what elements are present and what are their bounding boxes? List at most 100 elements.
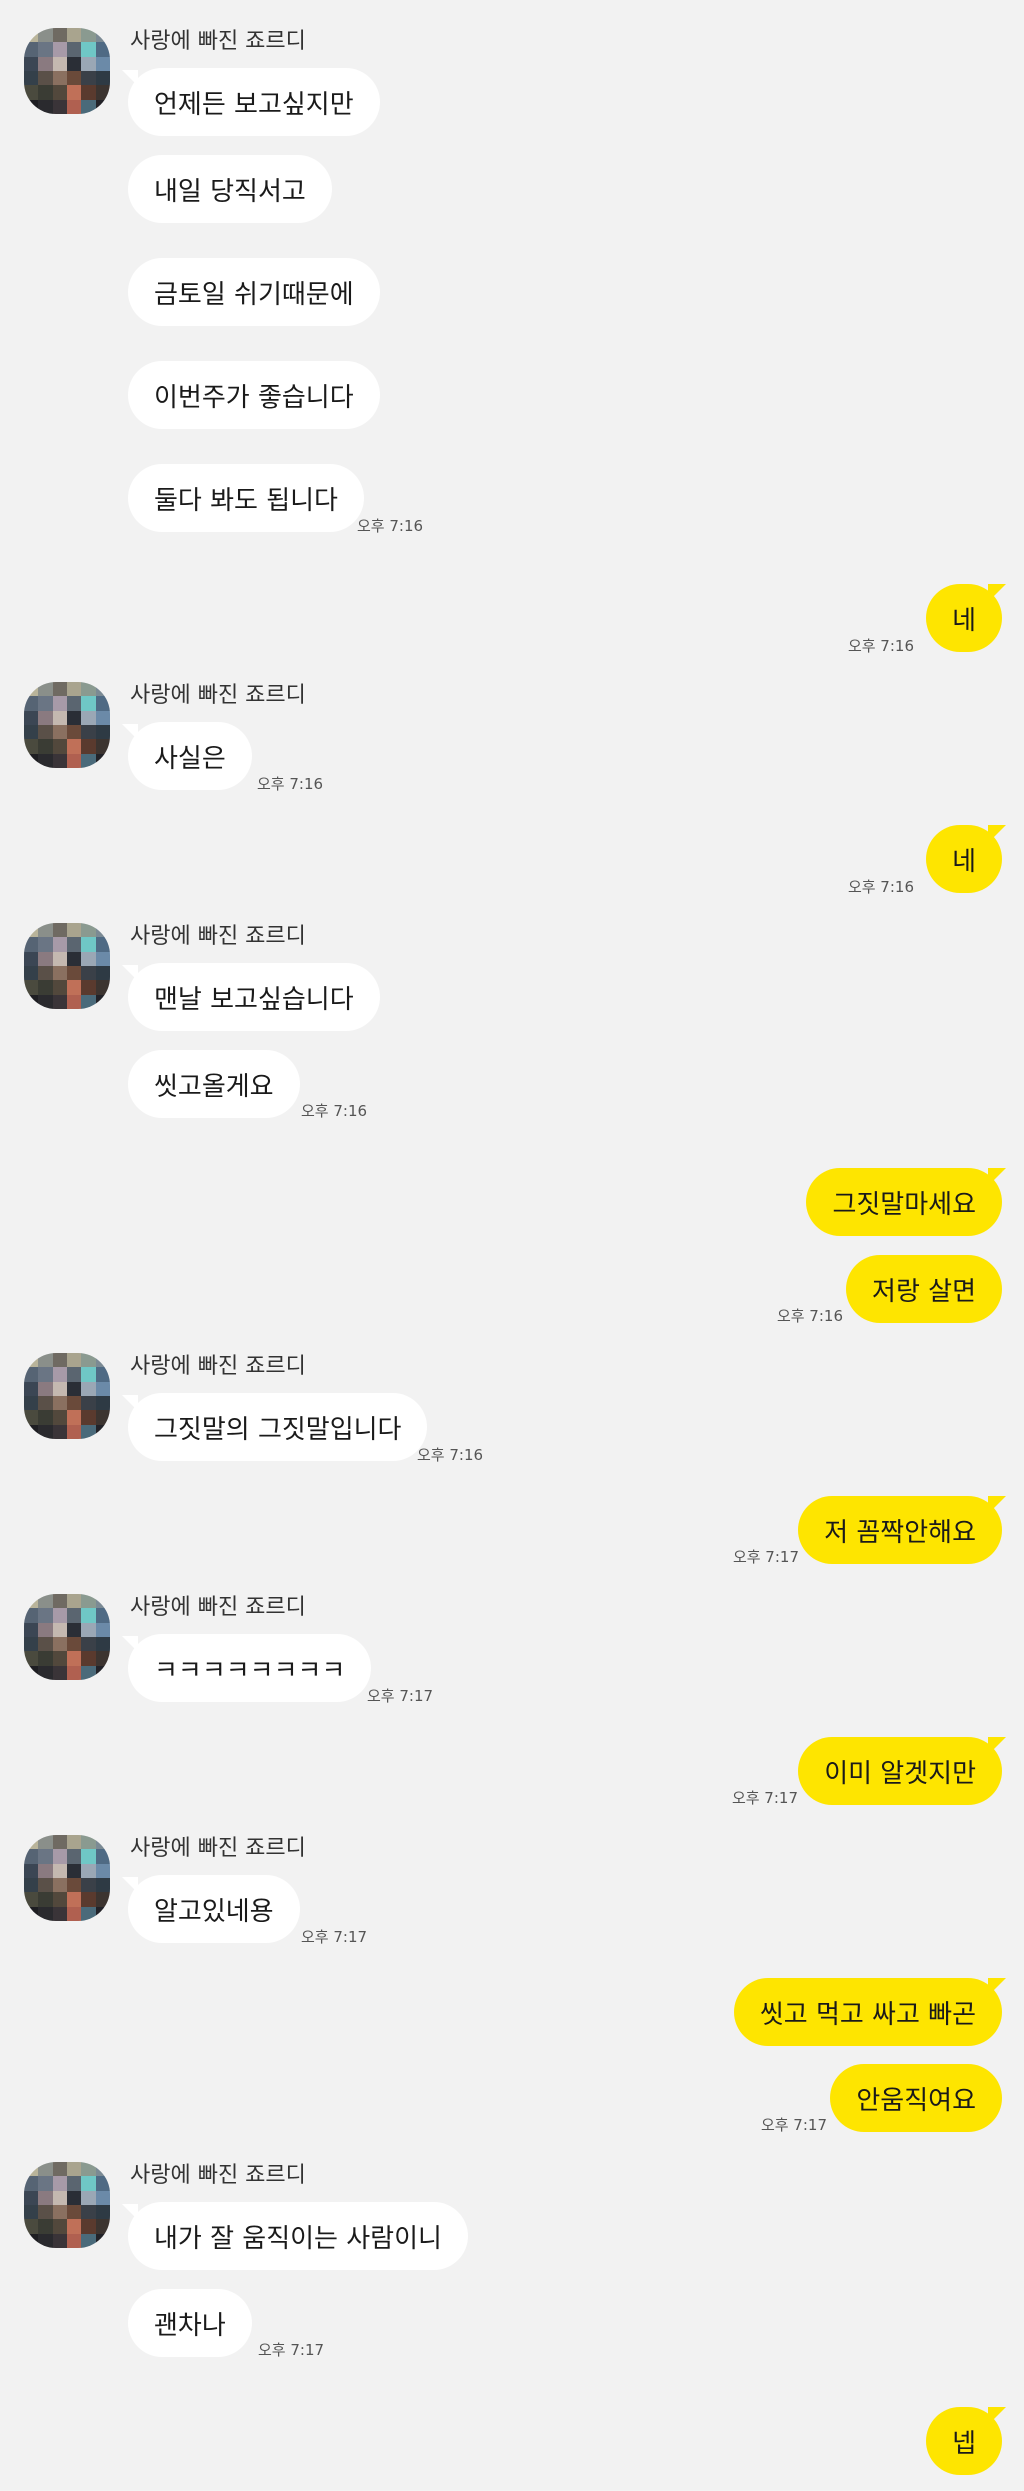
avatar-pixel xyxy=(66,1395,82,1411)
avatar-pixel xyxy=(52,2162,67,2177)
avatar-pixel xyxy=(66,85,82,100)
incoming-message[interactable]: 사실은 xyxy=(128,722,252,790)
outgoing-message[interactable]: 안움직여요 xyxy=(830,2064,1002,2132)
avatar-pixel xyxy=(66,1608,82,1623)
incoming-message[interactable]: 씻고올게요 xyxy=(128,1050,300,1118)
avatar-pixel xyxy=(95,2190,110,2205)
avatar-pixel xyxy=(66,753,82,768)
message-time: 오후 7:16 xyxy=(847,878,914,896)
avatar-pixel xyxy=(38,1594,53,1609)
avatar-pixel xyxy=(52,1892,67,1907)
avatar-pixel xyxy=(52,710,67,725)
avatar[interactable] xyxy=(24,2162,110,2248)
message-time: 오후 7:16 xyxy=(417,1446,484,1464)
avatar-pixel xyxy=(52,1594,67,1609)
avatar-pixel xyxy=(81,753,96,768)
outgoing-message[interactable]: 이미 알겟지만 xyxy=(798,1737,1002,1805)
avatar-pixel xyxy=(24,1636,39,1652)
avatar-pixel xyxy=(95,2162,110,2177)
avatar-pixel xyxy=(66,937,82,952)
sender-name: 사랑에 빠진 죠르디 xyxy=(130,1836,306,1861)
avatar-pixel xyxy=(66,28,82,43)
outgoing-message[interactable]: 저 꼼짝안해요 xyxy=(798,1496,1002,1564)
avatar[interactable] xyxy=(24,28,110,114)
avatar-pixel xyxy=(24,2233,39,2248)
avatar-pixel xyxy=(38,710,53,725)
avatar-pixel xyxy=(66,682,82,697)
avatar-pixel xyxy=(38,1424,53,1439)
avatar-pixel xyxy=(81,1410,96,1425)
avatar-pixel xyxy=(66,951,82,966)
avatar-pixel xyxy=(52,2176,67,2191)
outgoing-message[interactable]: 씻고 먹고 싸고 빠곤 xyxy=(733,1978,1002,2046)
avatar-pixel xyxy=(81,2204,96,2220)
avatar-pixel xyxy=(52,99,67,114)
avatar-pixel xyxy=(24,99,39,114)
message-time: 오후 7:16 xyxy=(847,637,914,655)
avatar-pixel xyxy=(66,1835,82,1850)
avatar-pixel xyxy=(66,56,82,71)
avatar-pixel xyxy=(24,2176,39,2191)
avatar-pixel xyxy=(52,1665,67,1680)
avatar-pixel xyxy=(38,1835,53,1850)
avatar-pixel xyxy=(52,1353,67,1368)
incoming-message[interactable]: 알고있네용 xyxy=(128,1875,300,1943)
incoming-message[interactable]: 괜차나 xyxy=(128,2289,252,2357)
avatar-pixel xyxy=(81,1367,96,1382)
avatar-pixel xyxy=(81,2233,96,2248)
incoming-message[interactable]: 언제든 보고싶지만 xyxy=(128,68,380,136)
incoming-message[interactable]: 이번주가 좋습니다 xyxy=(128,361,380,429)
avatar-pixel xyxy=(66,1594,82,1609)
outgoing-message[interactable]: 저랑 살면 xyxy=(846,1255,1002,1323)
outgoing-message[interactable]: 그짓말마세요 xyxy=(806,1168,1002,1236)
incoming-message[interactable]: ㅋㅋㅋㅋㅋㅋㅋㅋ xyxy=(128,1634,372,1702)
avatar-pixel xyxy=(38,2162,53,2177)
avatar-pixel xyxy=(52,937,67,952)
avatar-pixel xyxy=(95,994,110,1009)
avatar-pixel xyxy=(38,28,53,43)
incoming-message[interactable]: 맨날 보고싶습니다 xyxy=(128,963,380,1031)
avatar-pixel xyxy=(24,1892,39,1907)
avatar-pixel xyxy=(95,85,110,100)
avatar-pixel xyxy=(24,696,39,711)
avatar-pixel xyxy=(95,1636,110,1652)
avatar[interactable] xyxy=(24,682,110,768)
incoming-message[interactable]: 금토일 쉬기때문에 xyxy=(128,258,380,326)
avatar-pixel xyxy=(24,1835,39,1850)
outgoing-message[interactable]: 넵 xyxy=(926,2407,1002,2475)
avatar-pixel xyxy=(66,923,82,938)
avatar-pixel xyxy=(52,951,67,966)
avatar-pixel xyxy=(52,1395,67,1411)
avatar-pixel xyxy=(95,42,110,57)
avatar-pixel xyxy=(38,1410,53,1425)
avatar-pixel xyxy=(38,1863,53,1878)
avatar-pixel xyxy=(24,28,39,43)
avatar-pixel xyxy=(52,2190,67,2205)
incoming-message[interactable]: 내일 당직서고 xyxy=(128,155,332,223)
incoming-message[interactable]: 둘다 봐도 됩니다 xyxy=(128,464,364,532)
avatar-pixel xyxy=(81,1835,96,1850)
avatar-pixel xyxy=(24,1594,39,1609)
outgoing-message[interactable]: 네 xyxy=(926,825,1002,893)
avatar-pixel xyxy=(66,42,82,57)
avatar-pixel xyxy=(52,2219,67,2234)
avatar[interactable] xyxy=(24,1594,110,1680)
message-time: 오후 7:16 xyxy=(357,517,424,535)
message-time: 오후 7:17 xyxy=(760,2116,827,2134)
avatar-pixel xyxy=(38,696,53,711)
avatar-pixel xyxy=(52,739,67,754)
avatar-pixel xyxy=(81,682,96,697)
incoming-message[interactable]: 그짓말의 그짓말입니다 xyxy=(128,1393,428,1461)
avatar-pixel xyxy=(95,1594,110,1609)
avatar-pixel xyxy=(66,994,82,1009)
avatar-pixel xyxy=(66,99,82,114)
avatar-pixel xyxy=(81,951,96,966)
message-time: 오후 7:16 xyxy=(776,1307,843,1325)
outgoing-message[interactable]: 네 xyxy=(926,584,1002,652)
avatar[interactable] xyxy=(24,1353,110,1439)
avatar[interactable] xyxy=(24,923,110,1009)
avatar[interactable] xyxy=(24,1835,110,1921)
avatar-pixel xyxy=(95,682,110,697)
avatar-pixel xyxy=(24,951,39,966)
incoming-message[interactable]: 내가 잘 움직이는 사람이니 xyxy=(128,2202,468,2270)
